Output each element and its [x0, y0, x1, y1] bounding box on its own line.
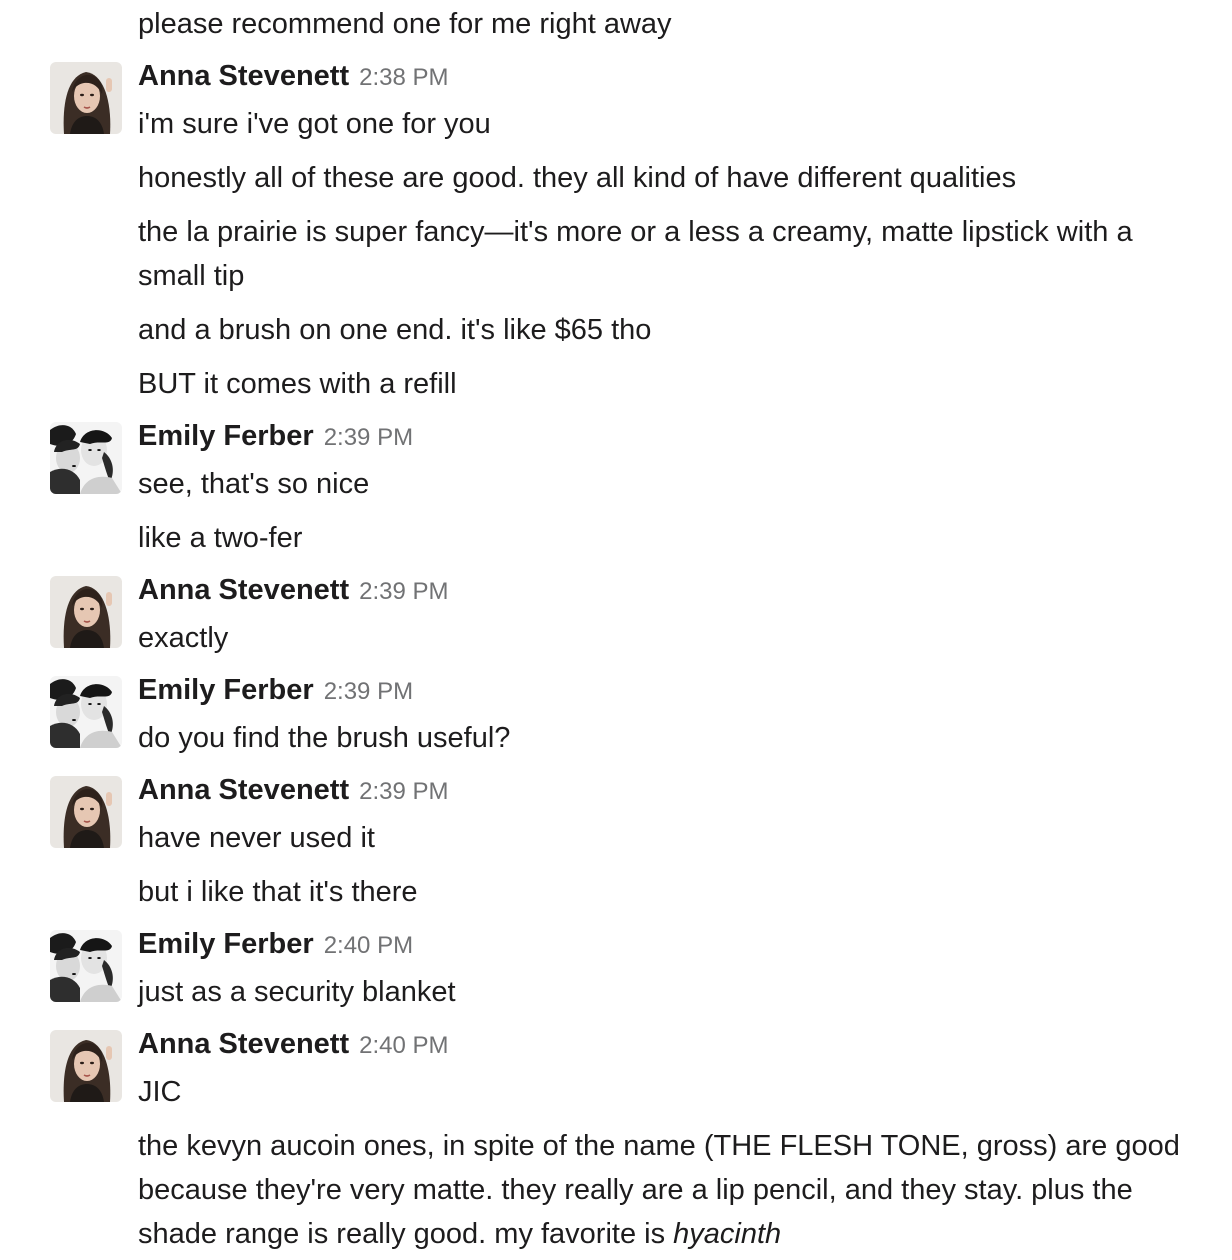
message-text: like a two-fer [138, 522, 303, 554]
message-text: the kevyn aucoin ones, in spite of the n… [138, 1124, 1198, 1256]
person-photo-avatar-icon [50, 776, 122, 848]
message-text: but i like that it's there [138, 876, 418, 908]
message-text: please recommend one for me right away [138, 8, 672, 40]
group-photo-avatar-icon [50, 930, 122, 1002]
person-photo-avatar-icon [50, 576, 122, 648]
author-name[interactable]: Emily Ferber [138, 928, 314, 961]
timestamp[interactable]: 2:39 PM [324, 424, 413, 452]
person-photo-avatar-icon [50, 62, 122, 134]
message-header: Emily Ferber 2:39 PM [138, 674, 413, 714]
message-header: Anna Stevenett 2:39 PM [138, 774, 449, 814]
timestamp[interactable]: 2:39 PM [359, 578, 448, 606]
author-name[interactable]: Anna Stevenett [138, 774, 349, 807]
message-header: Anna Stevenett 2:40 PM [138, 1028, 449, 1068]
message-header: Anna Stevenett 2:39 PM [138, 574, 449, 614]
avatar-anna[interactable] [50, 576, 122, 648]
avatar-emily[interactable] [50, 676, 122, 748]
group-photo-avatar-icon [50, 676, 122, 748]
message-text: just as a security blanket [138, 976, 456, 1008]
timestamp[interactable]: 2:39 PM [324, 678, 413, 706]
message-text: JIC [138, 1076, 182, 1108]
message-text-italic: hyacinth [673, 1218, 782, 1250]
message-text: BUT it comes with a refill [138, 368, 457, 400]
message-text: the la prairie is super fancy—it's more … [138, 216, 1133, 292]
author-name[interactable]: Anna Stevenett [138, 574, 349, 607]
author-name[interactable]: Emily Ferber [138, 420, 314, 453]
avatar-emily[interactable] [50, 422, 122, 494]
person-photo-avatar-icon [50, 1030, 122, 1102]
message-header: Emily Ferber 2:39 PM [138, 420, 413, 460]
timestamp[interactable]: 2:40 PM [359, 1032, 448, 1060]
message-text: do you find the brush useful? [138, 722, 511, 754]
author-name[interactable]: Emily Ferber [138, 674, 314, 707]
timestamp[interactable]: 2:39 PM [359, 778, 448, 806]
message-text-body: the kevyn aucoin ones, in spite of the n… [138, 1130, 1180, 1250]
avatar-emily[interactable] [50, 930, 122, 1002]
avatar-anna[interactable] [50, 776, 122, 848]
author-name[interactable]: Anna Stevenett [138, 1028, 349, 1061]
message-text: see, that's so nice [138, 468, 370, 500]
message-list: please recommend one for me right away A… [0, 0, 1232, 1260]
timestamp[interactable]: 2:38 PM [359, 64, 448, 92]
avatar-anna[interactable] [50, 62, 122, 134]
message-header: Anna Stevenett 2:38 PM [138, 60, 449, 100]
message-text: and a brush on one end. it's like $65 th… [138, 314, 652, 346]
message-header: Emily Ferber 2:40 PM [138, 928, 413, 968]
avatar-anna[interactable] [50, 1030, 122, 1102]
message-text: exactly [138, 622, 229, 654]
message-text: honestly all of these are good. they all… [138, 162, 1017, 194]
author-name[interactable]: Anna Stevenett [138, 60, 349, 93]
timestamp[interactable]: 2:40 PM [324, 932, 413, 960]
message-text: i'm sure i've got one for you [138, 108, 491, 140]
message-text: have never used it [138, 822, 375, 854]
group-photo-avatar-icon [50, 422, 122, 494]
